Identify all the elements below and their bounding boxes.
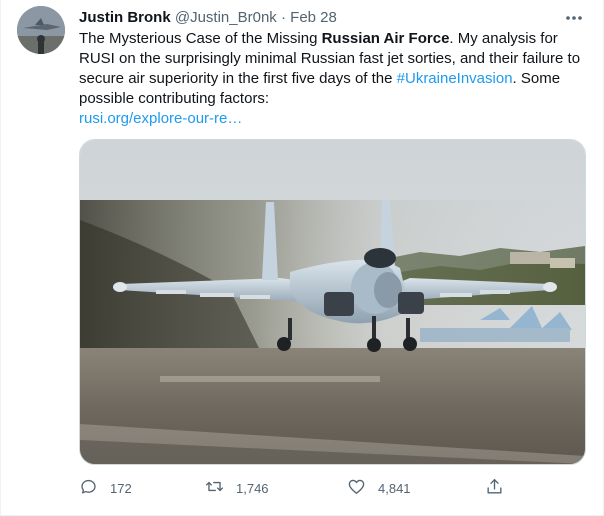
tweet-photo[interactable]	[79, 139, 586, 465]
share-button[interactable]	[485, 476, 504, 500]
tweet-card[interactable]: Justin Bronk @Justin_Br0nk · Feb 28 The …	[0, 0, 604, 516]
article-link[interactable]: rusi.org/explore-our-re…	[79, 109, 589, 129]
header-separator: ·	[280, 9, 286, 26]
tweet-text-bold: Russian Air Force	[321, 30, 450, 47]
like-count: 4,841	[378, 480, 411, 496]
reply-count: 172	[110, 480, 132, 496]
retweet-count: 1,746	[236, 480, 269, 496]
retweet-icon	[205, 477, 224, 499]
tweet-date[interactable]: Feb 28	[290, 9, 337, 26]
tweet-text: The Mysterious Case of the Missing Russi…	[79, 29, 589, 129]
tweet-text-part: The Mysterious Case of the Missing	[79, 30, 322, 47]
retweet-button[interactable]: 1,746	[205, 476, 269, 500]
tweet-actions: 172 1,746 4,841	[79, 476, 509, 500]
hashtag-link[interactable]: #UkraineInvasion	[397, 70, 513, 87]
reply-icon	[79, 477, 98, 499]
avatar[interactable]	[17, 6, 65, 54]
author-handle[interactable]: @Justin_Br0nk	[175, 9, 277, 26]
author-name[interactable]: Justin Bronk	[79, 9, 171, 26]
like-button[interactable]: 4,841	[347, 476, 411, 500]
more-horizontal-icon[interactable]	[563, 8, 585, 28]
share-icon	[485, 477, 504, 499]
reply-button[interactable]: 172	[79, 476, 132, 500]
tweet-header: Justin Bronk @Justin_Br0nk · Feb 28	[79, 8, 563, 28]
heart-icon	[347, 477, 366, 499]
